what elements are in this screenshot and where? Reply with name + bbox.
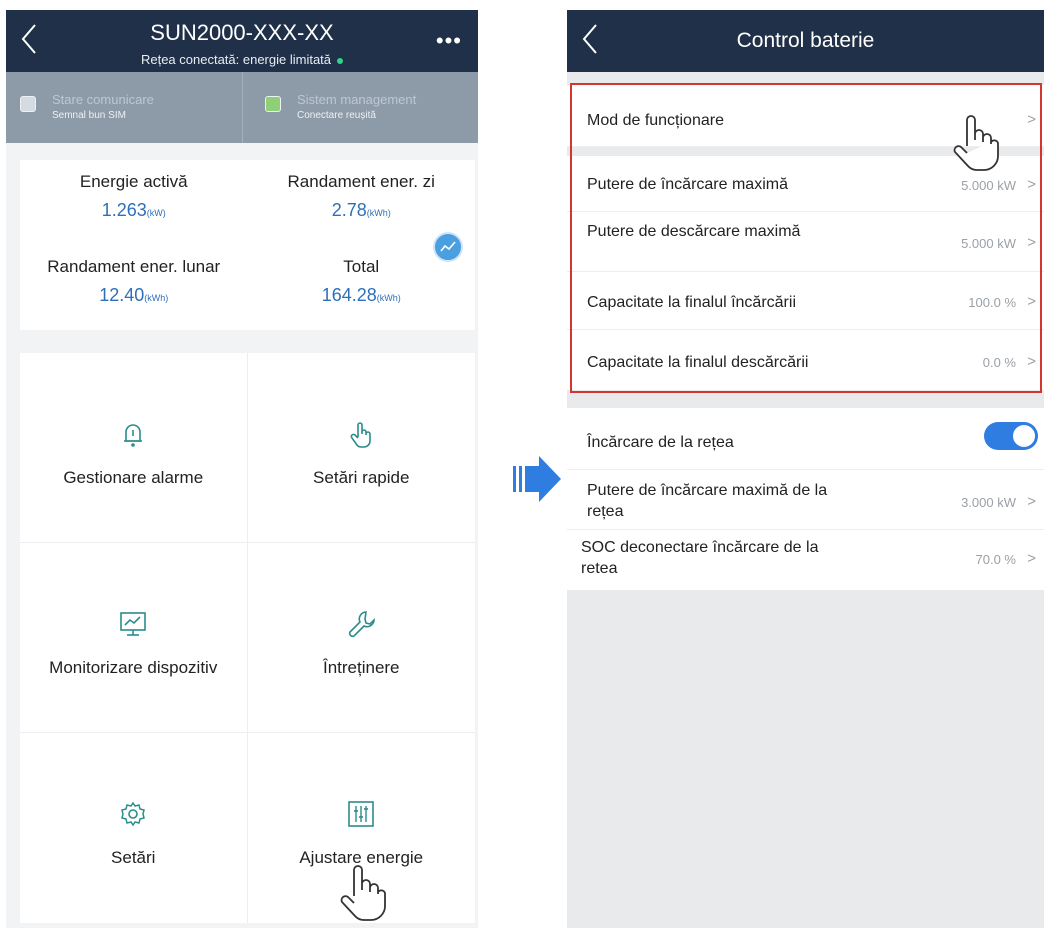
hand-pointer-icon (350, 422, 372, 448)
function-grid: Gestionare alarme Setări rapide Monitori… (20, 353, 475, 923)
active-power: Energie activă 1.263(kW) (20, 160, 248, 245)
chevron-right-icon: > (1027, 176, 1036, 193)
tile-maintenance[interactable]: Întreținere (247, 543, 475, 733)
row-charge-from-grid: Încărcare de la rețea (567, 408, 1044, 470)
more-menu-icon[interactable]: ••• (436, 28, 462, 54)
chevron-right-icon: > (1027, 111, 1036, 128)
row-max-discharge-power-label: Putere de descărcare maximă (587, 223, 801, 240)
tile-settings-label: Setări (111, 848, 156, 867)
monitor-icon (120, 612, 147, 636)
communication-status[interactable]: Stare comunicare Semnal bun SIM (6, 72, 242, 143)
page-title: Control baterie (736, 29, 875, 52)
tile-device-monitoring-label: Monitorizare dispozitiv (49, 658, 218, 677)
row-grid-charge-cutoff-soc-label: SOC deconectare încărcare de la retea (581, 539, 819, 577)
daily-yield: Randament ener. zi 2.78(kWh) (248, 160, 476, 245)
management-status[interactable]: Sistem management Conectare reușită (242, 72, 478, 143)
tile-quick-settings[interactable]: Setări rapide (247, 353, 475, 543)
chevron-right-icon: > (1027, 293, 1036, 310)
row-grid-charge-cutoff-soc[interactable]: SOC deconectare încărcare de la retea 70… (567, 530, 1044, 590)
daily-yield-label: Randament ener. zi (287, 172, 435, 191)
row-grid-max-charge-power-label: Putere de încărcare maximă de la rețea (587, 482, 828, 520)
battery-limits-group: Putere de încărcare maximă 5.000 kW > Pu… (567, 156, 1044, 390)
row-max-discharge-power[interactable]: Putere de descărcare maximă 5.000 kW > (567, 212, 1044, 272)
tile-device-monitoring[interactable]: Monitorizare dispozitiv (20, 543, 248, 733)
communication-title: Stare comunicare (52, 92, 154, 107)
battery-control-screen: Control baterie Mod de funcționare > Put… (567, 10, 1044, 928)
pointer-hand-icon (340, 865, 386, 921)
gear-icon (121, 801, 146, 827)
tile-maintenance-label: Întreținere (322, 658, 400, 677)
chevron-right-icon: > (1027, 353, 1036, 370)
chart-trend-icon[interactable] (433, 232, 463, 262)
grid-charging-group: Încărcare de la rețea Putere de încărcar… (567, 408, 1044, 590)
wrench-icon (349, 611, 376, 638)
bell-icon (124, 424, 143, 447)
chevron-right-icon: > (1027, 550, 1036, 567)
grid-status: Rețea conectată: energie limitată (6, 52, 478, 67)
chevron-right-icon: > (1027, 234, 1036, 251)
row-end-of-discharge-soc-label: Capacitate la finalul descărcării (587, 354, 809, 371)
row-end-of-charge-soc-value: 100.0 % (968, 295, 1016, 310)
row-end-of-charge-soc-label: Capacitate la finalul încărcării (587, 294, 796, 311)
daily-yield-value: 2.78(kWh) (331, 200, 391, 220)
tile-settings[interactable]: Setări (20, 733, 248, 923)
device-title: SUN2000-XXX-XX (150, 20, 334, 45)
home-header: SUN2000-XXX-XX Rețea conectată: energie … (6, 10, 478, 72)
active-power-value: 1.263(kW) (101, 200, 166, 220)
sliders-icon (348, 801, 375, 827)
charge-from-grid-toggle[interactable] (984, 422, 1038, 450)
row-charge-from-grid-label: Încărcare de la rețea (587, 434, 734, 451)
row-grid-max-charge-power[interactable]: Putere de încărcare maximă de la rețea 3… (567, 470, 1044, 530)
tile-quick-settings-label: Setări rapide (313, 468, 410, 487)
grid-status-text: Rețea conectată: energie limitată (140, 52, 332, 67)
communication-value: Semnal bun SIM (52, 110, 126, 121)
monthly-yield: Randament ener. lunar 12.40(kWh) (20, 245, 248, 330)
row-max-charge-power-value: 5.000 kW (961, 178, 1016, 193)
management-title: Sistem management (297, 92, 417, 107)
online-dot-icon (337, 57, 344, 64)
total-yield-value: 164.28(kWh) (321, 285, 401, 305)
chevron-right-icon: > (1027, 493, 1036, 510)
energy-card: Energie activă 1.263(kW) Randament ener.… (20, 160, 475, 330)
management-check-icon (265, 96, 281, 112)
row-grid-charge-cutoff-soc-value: 70.0 % (975, 552, 1016, 567)
row-end-of-charge-soc[interactable]: Capacitate la finalul încărcării 100.0 %… (567, 272, 1044, 330)
monthly-yield-value: 12.40(kWh) (99, 285, 169, 305)
tile-alarm-management[interactable]: Gestionare alarme (20, 353, 248, 543)
home-screen: SUN2000-XXX-XX Rețea conectată: energie … (6, 10, 478, 928)
pointer-hand-icon (953, 115, 999, 171)
status-strip: Stare comunicare Semnal bun SIM Sistem m… (6, 72, 478, 143)
management-value: Conectare reușită (297, 110, 376, 121)
toggle-knob (1013, 425, 1035, 447)
tile-alarm-label: Gestionare alarme (63, 468, 204, 487)
active-power-label: Energie activă (79, 172, 188, 191)
row-grid-max-charge-power-value: 3.000 kW (961, 495, 1016, 510)
next-step-arrow-icon (513, 456, 561, 502)
row-end-of-discharge-soc[interactable]: Capacitate la finalul descărcării 0.0 % … (567, 330, 1044, 390)
row-working-mode-label: Mod de funcționare (587, 112, 724, 129)
row-max-charge-power-label: Putere de încărcare maximă (587, 176, 788, 193)
sim-icon (20, 96, 36, 112)
monthly-yield-label: Randament ener. lunar (47, 257, 221, 276)
row-end-of-discharge-soc-value: 0.0 % (982, 355, 1016, 370)
battery-header: Control baterie (567, 10, 1044, 72)
row-max-discharge-power-value: 5.000 kW (961, 236, 1016, 251)
